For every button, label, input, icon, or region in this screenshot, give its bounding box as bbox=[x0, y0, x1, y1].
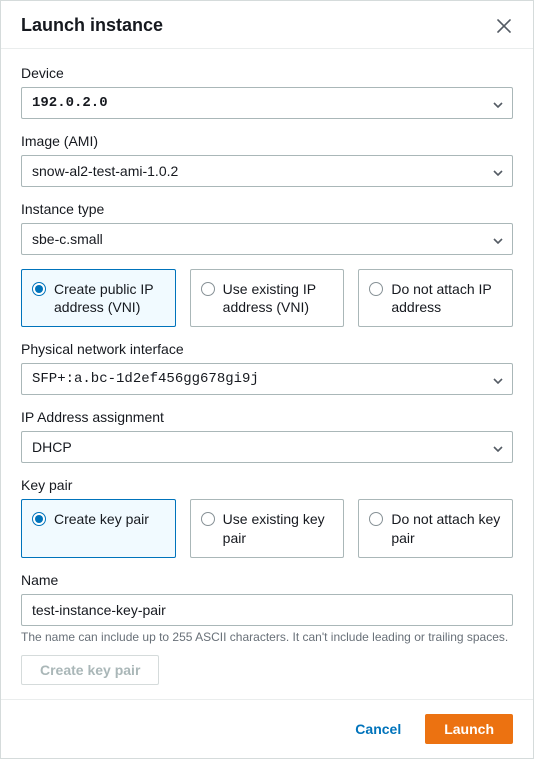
create-key-pair-button[interactable]: Create key pair bbox=[21, 655, 159, 685]
name-helper: The name can include up to 255 ASCII cha… bbox=[21, 630, 513, 646]
key-pair-existing[interactable]: Use existing key pair bbox=[190, 499, 345, 557]
ip-assign-select[interactable]: DHCP bbox=[21, 431, 513, 463]
modal-body: Device 192.0.2.0 Image (AMI) snow-al2-te… bbox=[1, 49, 533, 699]
key-pair-none[interactable]: Do not attach key pair bbox=[358, 499, 513, 557]
field-ip-assign: IP Address assignment DHCP bbox=[21, 409, 513, 463]
instance-type-value: sbe-c.small bbox=[32, 231, 103, 247]
image-select[interactable]: snow-al2-test-ami-1.0.2 bbox=[21, 155, 513, 187]
ip-mode-existing-label: Use existing IP address (VNI) bbox=[223, 280, 334, 316]
pni-select-wrap: SFP+:a.bc-1d2ef456gg678gi9j bbox=[21, 363, 513, 395]
cancel-button[interactable]: Cancel bbox=[339, 715, 417, 743]
ip-mode-create-label: Create public IP address (VNI) bbox=[54, 280, 165, 316]
key-pair-create[interactable]: Create key pair bbox=[21, 499, 176, 557]
device-select-wrap: 192.0.2.0 bbox=[21, 87, 513, 119]
ip-mode-none[interactable]: Do not attach IP address bbox=[358, 269, 513, 327]
name-input[interactable] bbox=[21, 594, 513, 626]
pni-value: SFP+:a.bc-1d2ef456gg678gi9j bbox=[32, 371, 259, 387]
image-select-wrap: snow-al2-test-ami-1.0.2 bbox=[21, 155, 513, 187]
name-label: Name bbox=[21, 572, 513, 588]
radio-icon bbox=[32, 282, 46, 296]
ip-assign-value: DHCP bbox=[32, 439, 72, 455]
field-ip-mode: Create public IP address (VNI) Use exist… bbox=[21, 269, 513, 327]
ip-mode-tiles: Create public IP address (VNI) Use exist… bbox=[21, 269, 513, 327]
field-key-pair: Key pair Create key pair Use existing ke… bbox=[21, 477, 513, 557]
modal-header: Launch instance bbox=[1, 1, 533, 49]
radio-icon bbox=[201, 282, 215, 296]
field-name: Name The name can include up to 255 ASCI… bbox=[21, 572, 513, 646]
ip-assign-label: IP Address assignment bbox=[21, 409, 513, 425]
radio-icon bbox=[369, 512, 383, 526]
ip-mode-existing[interactable]: Use existing IP address (VNI) bbox=[190, 269, 345, 327]
pni-select[interactable]: SFP+:a.bc-1d2ef456gg678gi9j bbox=[21, 363, 513, 395]
field-device: Device 192.0.2.0 bbox=[21, 65, 513, 119]
instance-type-select-wrap: sbe-c.small bbox=[21, 223, 513, 255]
key-pair-none-label: Do not attach key pair bbox=[391, 510, 502, 546]
field-instance-type: Instance type sbe-c.small bbox=[21, 201, 513, 255]
instance-type-select[interactable]: sbe-c.small bbox=[21, 223, 513, 255]
modal-footer: Cancel Launch bbox=[1, 699, 533, 758]
key-pair-existing-label: Use existing key pair bbox=[223, 510, 334, 546]
key-pair-label: Key pair bbox=[21, 477, 513, 493]
key-pair-create-label: Create key pair bbox=[54, 510, 149, 528]
device-value: 192.0.2.0 bbox=[32, 95, 108, 111]
launch-instance-modal: Launch instance Device 192.0.2.0 Image (… bbox=[0, 0, 534, 759]
device-select[interactable]: 192.0.2.0 bbox=[21, 87, 513, 119]
pni-label: Physical network interface bbox=[21, 341, 513, 357]
create-key-pair-row: Create key pair bbox=[21, 655, 513, 685]
ip-mode-none-label: Do not attach IP address bbox=[391, 280, 502, 316]
ip-mode-create[interactable]: Create public IP address (VNI) bbox=[21, 269, 176, 327]
launch-button[interactable]: Launch bbox=[425, 714, 513, 744]
field-pni: Physical network interface SFP+:a.bc-1d2… bbox=[21, 341, 513, 395]
image-value: snow-al2-test-ami-1.0.2 bbox=[32, 163, 178, 179]
field-image: Image (AMI) snow-al2-test-ami-1.0.2 bbox=[21, 133, 513, 187]
radio-icon bbox=[201, 512, 215, 526]
device-label: Device bbox=[21, 65, 513, 81]
image-label: Image (AMI) bbox=[21, 133, 513, 149]
instance-type-label: Instance type bbox=[21, 201, 513, 217]
key-pair-tiles: Create key pair Use existing key pair Do… bbox=[21, 499, 513, 557]
radio-icon bbox=[32, 512, 46, 526]
close-icon bbox=[497, 19, 511, 33]
close-button[interactable] bbox=[495, 17, 513, 35]
radio-icon bbox=[369, 282, 383, 296]
modal-title: Launch instance bbox=[21, 15, 163, 36]
ip-assign-select-wrap: DHCP bbox=[21, 431, 513, 463]
